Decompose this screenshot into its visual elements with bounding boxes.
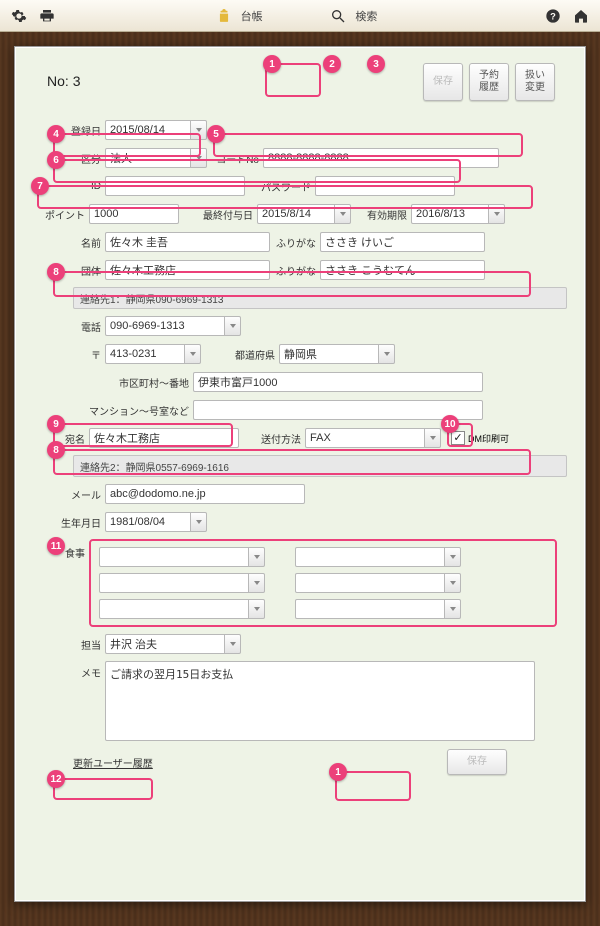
dropdown-icon[interactable] [445,599,461,619]
search-icon[interactable] [327,5,349,27]
contact1-bar: 連絡先1：静岡県090-6969-1313 [73,287,567,309]
dropdown-icon[interactable] [191,120,207,140]
dropdown-icon[interactable] [225,634,241,654]
badge: 2 [323,55,341,73]
postal-label: 〒 [33,347,105,362]
register-date-label: 登録日 [33,123,105,138]
prefecture-input[interactable] [279,344,379,364]
meal-input-3[interactable] [99,573,249,593]
dropdown-icon[interactable] [425,428,441,448]
name-input[interactable] [105,232,270,252]
meal-group [89,539,557,627]
dm-checkbox[interactable] [451,431,465,445]
meal-input-6[interactable] [295,599,445,619]
codeno-label: コードNo [207,151,263,166]
clipboard-icon[interactable] [213,5,235,27]
last-grant-input[interactable] [257,204,335,224]
codeno-input[interactable] [263,148,499,168]
kubun-label: 区分 [33,151,105,166]
dm-label: DM印刷可 [468,432,509,445]
search-label: 検索 [355,8,377,24]
svg-text:?: ? [550,11,556,21]
point-input[interactable] [89,204,179,224]
expiry-input[interactable] [411,204,489,224]
reservation-history-button[interactable]: 予約 履歴 [469,63,509,101]
gear-icon[interactable] [8,5,30,27]
group-input[interactable] [105,260,270,280]
password-input[interactable] [315,176,455,196]
top-bar: 台帳 検索 ? [0,0,600,32]
dropdown-icon[interactable] [335,204,351,224]
group-label: 団体 [33,263,105,278]
phone-label: 電話 [33,319,105,334]
meal-input-4[interactable] [295,573,445,593]
handling-change-button[interactable]: 扱い 変更 [515,63,555,101]
meal-input-5[interactable] [99,599,249,619]
last-grant-label: 最終付与日 [179,207,257,222]
help-icon[interactable]: ? [542,5,564,27]
mansion-label: マンション～号室など [33,403,193,418]
id-label: ID [33,181,105,192]
send-method-label: 送付方法 [239,431,305,446]
prefecture-label: 都道府県 [201,347,279,362]
memo-input[interactable] [105,661,535,741]
badge: 3 [367,55,385,73]
birthday-input[interactable] [105,512,191,532]
meal-input-1[interactable] [99,547,249,567]
dropdown-icon[interactable] [249,573,265,593]
point-label: ポイント [33,207,89,222]
dropdown-icon[interactable] [191,512,207,532]
dropdown-icon[interactable] [445,573,461,593]
tantou-input[interactable] [105,634,225,654]
dropdown-icon[interactable] [185,344,201,364]
atena-input[interactable] [89,428,239,448]
save-button-bottom[interactable]: 保存 [447,749,507,775]
dropdown-icon[interactable] [225,316,241,336]
expiry-label: 有効期限 [351,207,411,222]
memo-label: メモ [33,661,105,680]
group-furi-label: ふりがな [270,263,320,278]
dropdown-icon[interactable] [445,547,461,567]
contact2-bar: 連絡先2：静岡県0557-6969-1616 [73,455,567,477]
update-user-history-link[interactable]: 更新ユーザー履歴 [73,755,153,770]
group-furi-input[interactable] [320,260,485,280]
dropdown-icon[interactable] [249,547,265,567]
city-label: 市区町村～番地 [33,375,193,390]
name-furi-label: ふりがな [270,235,320,250]
register-date-input[interactable] [105,120,191,140]
badge: 1 [263,55,281,73]
save-button[interactable]: 保存 [423,63,463,101]
name-furi-input[interactable] [320,232,485,252]
phone-input[interactable] [105,316,225,336]
name-label: 名前 [33,235,105,250]
frame: No: 3 保存 予約 履歴 扱い 変更 登録日 区分 コードNo ID [0,32,600,926]
dropdown-icon[interactable] [191,148,207,168]
mail-input[interactable] [105,484,305,504]
meal-label: 食事 [33,539,89,560]
meal-input-2[interactable] [295,547,445,567]
city-input[interactable] [193,372,483,392]
dropdown-icon[interactable] [379,344,395,364]
birthday-label: 生年月日 [33,515,105,530]
dropdown-icon[interactable] [489,204,505,224]
send-method-input[interactable] [305,428,425,448]
mansion-input[interactable] [193,400,483,420]
home-icon[interactable] [570,5,592,27]
password-label: パスワード [245,179,315,194]
kubun-input[interactable] [105,148,191,168]
mail-label: メール [33,487,105,502]
dropdown-icon[interactable] [249,599,265,619]
form-page: No: 3 保存 予約 履歴 扱い 変更 登録日 区分 コードNo ID [14,46,586,902]
id-input[interactable] [105,176,245,196]
print-icon[interactable] [36,5,58,27]
postal-input[interactable] [105,344,185,364]
ledger-label: 台帳 [241,8,263,24]
atena-label: 宛名 [33,431,89,446]
tantou-label: 担当 [33,637,105,652]
